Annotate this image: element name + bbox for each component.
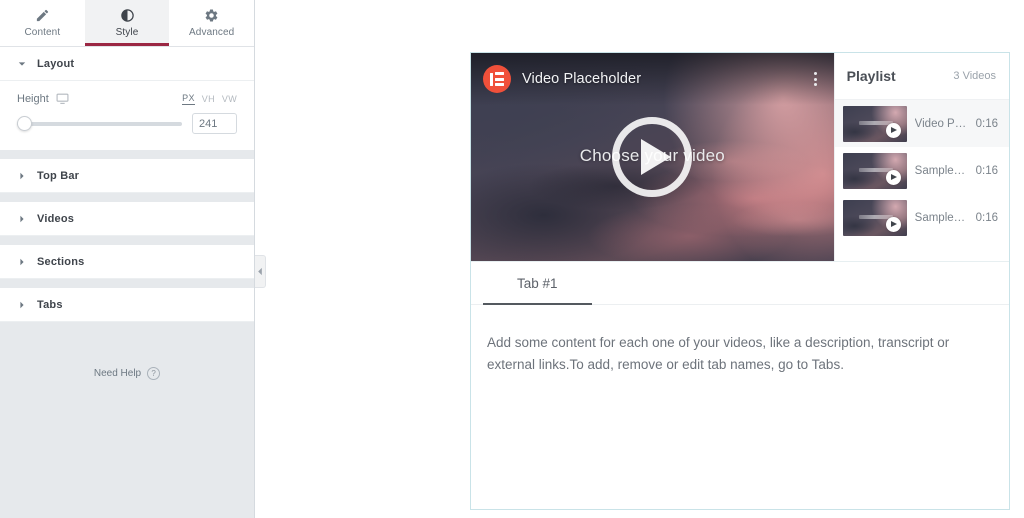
widget-top-row: Video Placeholder Choose your video Play…: [471, 53, 1009, 261]
height-slider-row: [17, 113, 237, 134]
height-slider[interactable]: [17, 116, 182, 132]
video-top-bar: Video Placeholder: [471, 53, 834, 105]
chevron-right-icon: [17, 171, 26, 180]
panel-collapse-handle[interactable]: [255, 255, 266, 288]
video-playlist-widget: Video Placeholder Choose your video Play…: [470, 52, 1010, 510]
video-thumbnail: [842, 105, 907, 142]
chevron-right-icon: [17, 214, 26, 223]
section-tabs-header[interactable]: Tabs: [0, 288, 254, 322]
playlist-item-title: Sample…: [914, 211, 966, 224]
chevron-left-icon: [257, 267, 263, 276]
need-help[interactable]: Need Help ?: [0, 367, 254, 380]
video-title: Video Placeholder: [522, 71, 642, 87]
panel-tab-style[interactable]: Style: [84, 0, 170, 46]
section-layout: Layout Height PX VH VW: [0, 47, 254, 151]
section-videos-label: Videos: [37, 212, 75, 225]
section-videos-header[interactable]: Videos: [0, 202, 254, 236]
unit-vw[interactable]: VW: [222, 94, 237, 105]
section-videos: Videos: [0, 202, 254, 237]
video-thumbnail: [842, 152, 907, 189]
panel-tab-content[interactable]: Content: [0, 0, 85, 46]
play-small-icon: [885, 122, 901, 138]
playlist-item-duration: 0:16: [975, 164, 998, 177]
list-item[interactable]: Sample… 0:16: [835, 194, 1009, 241]
section-top-bar: Top Bar: [0, 159, 254, 194]
playlist-panel: Playlist 3 Videos Video P… 0:16 Sample… …: [833, 53, 1009, 261]
panel-tab-style-label: Style: [115, 27, 139, 38]
question-mark-icon: ?: [147, 367, 161, 380]
section-layout-body: Height PX VH VW: [0, 81, 254, 150]
slider-thumb[interactable]: [17, 116, 32, 131]
elementor-logo-icon: [483, 65, 511, 93]
panel-tab-advanced[interactable]: Advanced: [169, 0, 255, 46]
play-small-icon: [885, 216, 901, 232]
need-help-label: Need Help: [93, 368, 142, 379]
section-top-bar-header[interactable]: Top Bar: [0, 159, 254, 193]
section-tabs-label: Tabs: [37, 298, 63, 311]
section-layout-header[interactable]: Layout: [0, 47, 254, 81]
chevron-right-icon: [17, 300, 26, 309]
tab-1-label: Tab #1: [517, 275, 558, 291]
pencil-icon: [34, 7, 50, 23]
playlist-count: 3 Videos: [953, 70, 996, 82]
panel-tab-content-label: Content: [24, 27, 61, 38]
playlist-title: Playlist: [846, 68, 896, 84]
section-sections-header[interactable]: Sections: [0, 245, 254, 279]
gear-icon: [204, 7, 220, 23]
list-item[interactable]: Video P… 0:16: [834, 100, 1009, 147]
panel-tab-bar: Content Style Advanced: [0, 0, 255, 47]
playlist-items: Video P… 0:16 Sample… 0:16 Sample… 0:16: [834, 100, 1009, 261]
widget-tab-bar: Tab #1: [471, 261, 1009, 305]
chevron-right-icon: [17, 257, 26, 266]
unit-px[interactable]: PX: [182, 93, 195, 105]
section-sections: Sections: [0, 245, 254, 280]
chevron-down-icon: [17, 59, 26, 68]
height-label: Height: [17, 92, 49, 105]
panel-tab-advanced-label: Advanced: [189, 27, 235, 38]
unit-switcher: PX VH VW: [182, 93, 237, 105]
tab-content-panel: Add some content for each one of your vi…: [471, 305, 1009, 376]
playlist-item-duration: 0:16: [975, 117, 998, 130]
editor-screen: Content Style Advanced Layout Height PX …: [0, 0, 1024, 518]
play-small-icon: [885, 169, 901, 185]
playlist-item-title: Video P…: [914, 117, 967, 130]
playlist-item-duration: 0:16: [975, 211, 998, 224]
video-thumbnail: [842, 199, 907, 236]
desktop-icon[interactable]: [56, 92, 69, 105]
contrast-circle-icon: [119, 7, 135, 23]
section-tabs: Tabs: [0, 288, 254, 323]
playlist-header: Playlist 3 Videos: [834, 53, 1009, 100]
slider-track: [17, 121, 182, 126]
section-layout-label: Layout: [37, 57, 75, 70]
unit-vh[interactable]: VH: [202, 94, 215, 105]
play-button-icon[interactable]: [612, 117, 693, 197]
list-item[interactable]: Sample… 0:16: [835, 147, 1009, 194]
section-top-bar-label: Top Bar: [37, 169, 80, 182]
tab-1[interactable]: Tab #1: [483, 262, 592, 305]
height-control-row: Height PX VH VW: [17, 92, 237, 105]
section-sections-label: Sections: [37, 255, 85, 268]
video-player[interactable]: Video Placeholder Choose your video: [471, 53, 834, 261]
height-input[interactable]: [192, 113, 237, 134]
tab-content-text: Add some content for each one of your vi…: [487, 335, 950, 372]
playlist-item-title: Sample…: [914, 164, 966, 177]
kebab-menu-icon[interactable]: [811, 69, 820, 89]
editor-sidebar-panel: Content Style Advanced Layout Height PX …: [0, 0, 255, 518]
